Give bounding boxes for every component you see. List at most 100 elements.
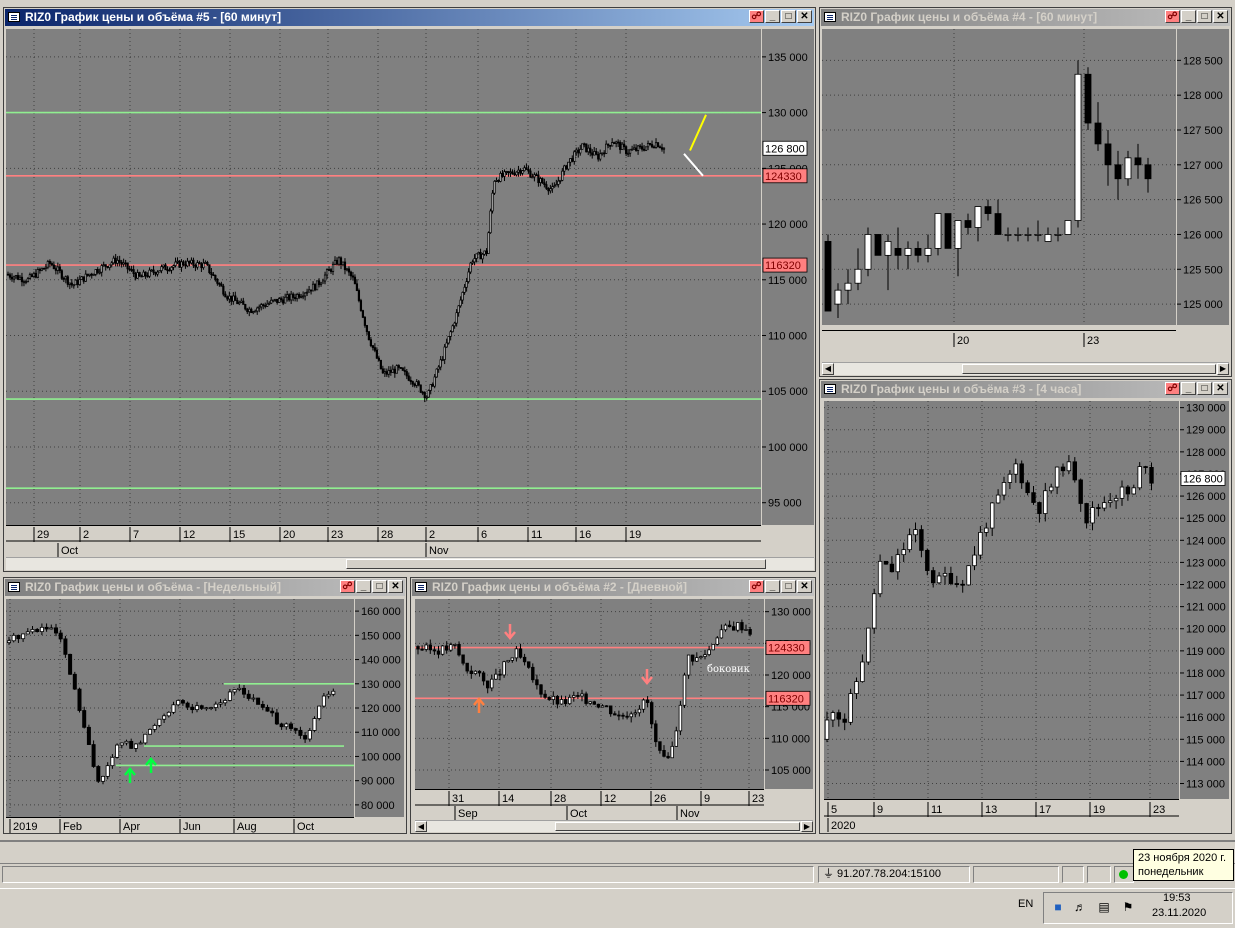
candle-body: [674, 730, 678, 747]
chart-plot-area-4[interactable]: [822, 29, 1176, 325]
candle-body: [124, 740, 129, 744]
language-indicator[interactable]: EN: [1018, 898, 1033, 910]
time-axis-label: Apr: [123, 821, 140, 833]
candle-body: [1134, 157, 1142, 166]
candle-body: [381, 368, 384, 374]
horizontal-scrollbar-2[interactable]: ◀ ▶: [415, 820, 813, 832]
price-axis-5[interactable]: 135 000130 000125 000120 000115 000110 0…: [762, 29, 814, 525]
candle-body: [1119, 486, 1125, 499]
chart-window-4[interactable]: RIZ0 График цены и объёма #4 - [60 минут…: [819, 7, 1232, 377]
chart-plot-area-weekly[interactable]: [6, 599, 354, 817]
horizontal-scrollbar-4[interactable]: ◀ ▶: [822, 362, 1229, 375]
candle-body: [914, 247, 922, 256]
chart-plot-area-2[interactable]: боковик: [415, 599, 764, 789]
close-button[interactable]: ✕: [1213, 10, 1228, 23]
candle-body: [551, 695, 555, 700]
price-axis-2[interactable]: 130 000125 000120 000115 000110 000105 0…: [765, 599, 813, 789]
flag-icon[interactable]: ⚑: [1121, 900, 1135, 914]
scroll-right-arrow[interactable]: ▶: [801, 821, 813, 832]
link-icon[interactable]: ☍: [340, 580, 355, 593]
candle-body: [652, 146, 656, 149]
scrollbar-thumb[interactable]: [555, 822, 800, 831]
candle-body: [995, 494, 1001, 504]
time-axis-2[interactable]: 31 14 28 12 26 9 23 Sep Oct Nov: [415, 789, 764, 820]
price-axis-label: 130 000: [771, 607, 811, 619]
maximize-button[interactable]: □: [781, 10, 796, 23]
maximize-button[interactable]: □: [372, 580, 387, 593]
maximize-button[interactable]: □: [1197, 10, 1212, 23]
close-button[interactable]: ✕: [797, 580, 812, 593]
link-icon[interactable]: ☍: [1165, 10, 1180, 23]
price-axis-3[interactable]: 130 000129 000128 000127 000126 000125 0…: [1180, 401, 1229, 799]
candle-body: [110, 262, 113, 266]
candle-body: [545, 184, 548, 189]
candle-body: [218, 282, 221, 285]
time-axis-weekly[interactable]: 2019 Feb Apr Jun Aug Oct: [6, 817, 354, 833]
maximize-button[interactable]: □: [1197, 382, 1212, 395]
candle-body: [547, 696, 551, 700]
connection-status-icon: [1119, 870, 1128, 879]
window-3-title: RIZ0 График цены и объёма #3 - [4 часа]: [841, 382, 1082, 396]
candle-body: [377, 357, 380, 361]
chart-window-weekly[interactable]: RIZ0 График цены и объёма - [Недельный] …: [3, 577, 407, 834]
window-5-titlebar[interactable]: RIZ0 График цены и объёма #5 - [60 минут…: [5, 9, 814, 26]
network-icon[interactable]: ▤: [1097, 900, 1111, 914]
link-icon[interactable]: ☍: [1165, 382, 1180, 395]
link-icon[interactable]: ☍: [749, 580, 764, 593]
scrollbar-thumb[interactable]: [346, 559, 766, 569]
chart-plot-area-3[interactable]: [824, 401, 1179, 799]
candle-body: [213, 703, 218, 708]
chart-window-icon: [415, 582, 427, 592]
minimize-button[interactable]: _: [1181, 382, 1196, 395]
candle-body: [527, 661, 531, 668]
window-3-titlebar[interactable]: RIZ0 График цены и объёма #3 - [4 часа] …: [821, 381, 1230, 398]
candle-body: [567, 696, 572, 705]
time-axis-5[interactable]: 29 2 7 12 15 20 23 28 2 6 11 16 19 Oct Nov: [6, 525, 761, 557]
candle-body: [232, 295, 235, 302]
price-axis-weekly[interactable]: 160 000 150 000 140 000 130 000 120 000 110 0…: [355, 599, 404, 817]
volume-icon[interactable]: ♬: [1073, 900, 1087, 914]
close-button[interactable]: ✕: [388, 580, 403, 593]
price-axis-label: 110 000: [771, 733, 810, 745]
candle-body: [1096, 507, 1101, 509]
scroll-left-arrow[interactable]: ◀: [415, 821, 427, 832]
chart-window-2[interactable]: RIZ0 График цены и объёма #2 - [Дневной]…: [410, 577, 816, 834]
horizontal-scrollbar-5[interactable]: [6, 557, 814, 570]
price-axis-4[interactable]: 128 500 128 000 127 500 127 000 126 500 126 0…: [1177, 29, 1229, 325]
link-icon[interactable]: ☍: [749, 10, 764, 23]
price-axis-label: 128 000: [1183, 90, 1223, 102]
candle-body: [555, 184, 558, 187]
status-cell-5: [1114, 866, 1134, 883]
chart-window-3[interactable]: RIZ0 График цены и объёма #3 - [4 часа] …: [819, 379, 1232, 834]
clock-time[interactable]: 19:53: [1163, 892, 1191, 904]
close-button[interactable]: ✕: [1213, 382, 1228, 395]
chart-window-5[interactable]: RIZ0 График цены и объёма #5 - [60 минут…: [3, 7, 816, 572]
chart-plot-area-5[interactable]: [6, 29, 761, 525]
candle-body: [1054, 466, 1060, 488]
candle-body: [10, 276, 14, 280]
app-tray-icon[interactable]: ■: [1051, 900, 1065, 914]
minimize-button[interactable]: _: [765, 10, 780, 23]
time-axis-3[interactable]: 5 9 11 13 17 19 23 2020: [824, 799, 1179, 832]
candle-body: [78, 278, 81, 286]
scroll-right-arrow[interactable]: ▶: [1217, 363, 1229, 375]
clock-date[interactable]: 23.11.2020: [1152, 907, 1206, 919]
window-weekly-titlebar[interactable]: RIZ0 График цены и объёма - [Недельный] …: [5, 579, 405, 596]
minimize-button[interactable]: _: [765, 580, 780, 593]
scrollbar-thumb[interactable]: [962, 364, 1216, 374]
time-axis-label: 7: [133, 529, 139, 541]
candle-body: [686, 654, 691, 676]
minimize-button[interactable]: _: [1181, 10, 1196, 23]
time-axis-4[interactable]: 20 23: [822, 330, 1176, 347]
candle-body: [481, 672, 486, 682]
candle-body: [254, 310, 257, 313]
scroll-left-arrow[interactable]: ◀: [822, 363, 834, 375]
candle-body: [180, 700, 185, 704]
candle-body: [942, 573, 948, 577]
window-4-titlebar[interactable]: RIZ0 График цены и объёма #4 - [60 минут…: [821, 9, 1230, 26]
close-button[interactable]: ✕: [797, 10, 812, 23]
minimize-button[interactable]: _: [356, 580, 371, 593]
maximize-button[interactable]: □: [781, 580, 796, 593]
window-2-titlebar[interactable]: RIZ0 График цены и объёма #2 - [Дневной]…: [412, 579, 814, 596]
candle-body: [290, 293, 293, 301]
